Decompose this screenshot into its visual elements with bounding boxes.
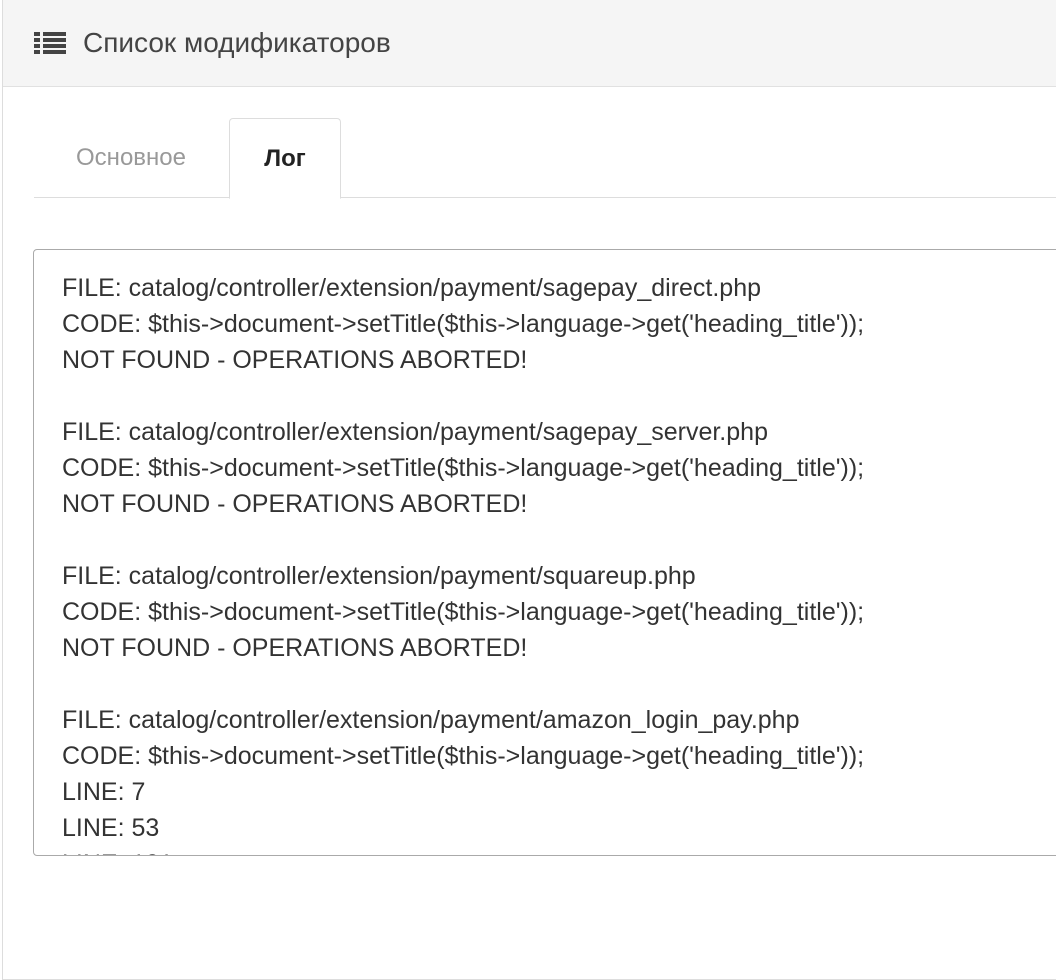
panel-title: Список модификаторов <box>83 27 391 58</box>
log-content: FILE: catalog/controller/extension/payme… <box>62 274 865 855</box>
log-textarea[interactable]: FILE: catalog/controller/extension/payme… <box>33 249 1056 856</box>
tab-log[interactable]: Лог <box>229 118 341 199</box>
tab-main[interactable]: Основное <box>34 118 228 198</box>
tab-bar: Основное Лог <box>34 118 1056 199</box>
list-icon <box>34 32 66 54</box>
panel-heading: Список модификаторов <box>3 0 1056 87</box>
